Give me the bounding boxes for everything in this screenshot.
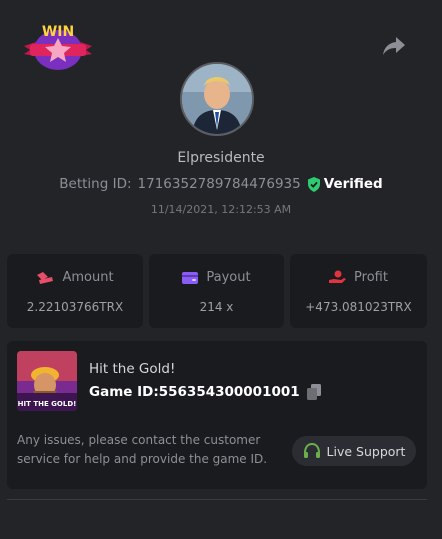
- username: Elpresidente: [177, 150, 265, 166]
- live-support-button[interactable]: Live Support: [292, 436, 416, 466]
- support-notice: Any issues, please contact the customer …: [17, 433, 268, 466]
- avatar: [180, 62, 254, 136]
- profit-card: Profit +473.081023TRX: [290, 254, 427, 328]
- betting-id-label: Betting ID:: [59, 176, 132, 192]
- game-thumbnail[interactable]: HIT THE GOLD!: [17, 351, 77, 411]
- coins-icon: [37, 271, 54, 284]
- game-id-value: 556354300001001: [158, 384, 300, 400]
- headset-icon: [303, 443, 320, 458]
- payout-value: 214 x: [199, 300, 234, 314]
- betting-id-line: Betting ID: 1716352789784476935 Verified: [0, 176, 442, 192]
- copy-icon[interactable]: [306, 384, 321, 400]
- payout-label: Payout: [206, 270, 251, 285]
- shield-check-icon: [307, 176, 320, 192]
- game-title: Hit the Gold!: [89, 361, 176, 377]
- betting-id-value: 1716352789784476935: [137, 176, 301, 192]
- win-badge-logo: WIN: [22, 20, 94, 72]
- profit-hand-icon: [329, 270, 347, 283]
- payout-card: Payout 214 x: [149, 254, 284, 328]
- amount-card: Amount 2.22103766TRX: [7, 254, 143, 328]
- game-id-line: Game ID: 556354300001001: [89, 384, 321, 400]
- verified-label: Verified: [323, 176, 383, 192]
- svg-text:WIN: WIN: [42, 24, 74, 40]
- game-id-label: Game ID:: [89, 384, 159, 400]
- live-support-label: Live Support: [326, 443, 406, 459]
- divider: [7, 499, 427, 500]
- share-icon[interactable]: [382, 35, 406, 57]
- svg-text:HIT THE GOLD!: HIT THE GOLD!: [18, 400, 77, 408]
- game-card: HIT THE GOLD! Hit the Gold! Game ID: 556…: [7, 341, 427, 489]
- verified-badge: Verified: [307, 176, 383, 192]
- amount-label: Amount: [62, 270, 114, 285]
- profit-label: Profit: [354, 270, 388, 285]
- wallet-icon: [182, 271, 199, 284]
- amount-value: 2.22103766TRX: [26, 300, 124, 314]
- bet-timestamp: 11/14/2021, 12:12:53 AM: [150, 203, 292, 216]
- profit-value: +473.081023TRX: [305, 300, 412, 314]
